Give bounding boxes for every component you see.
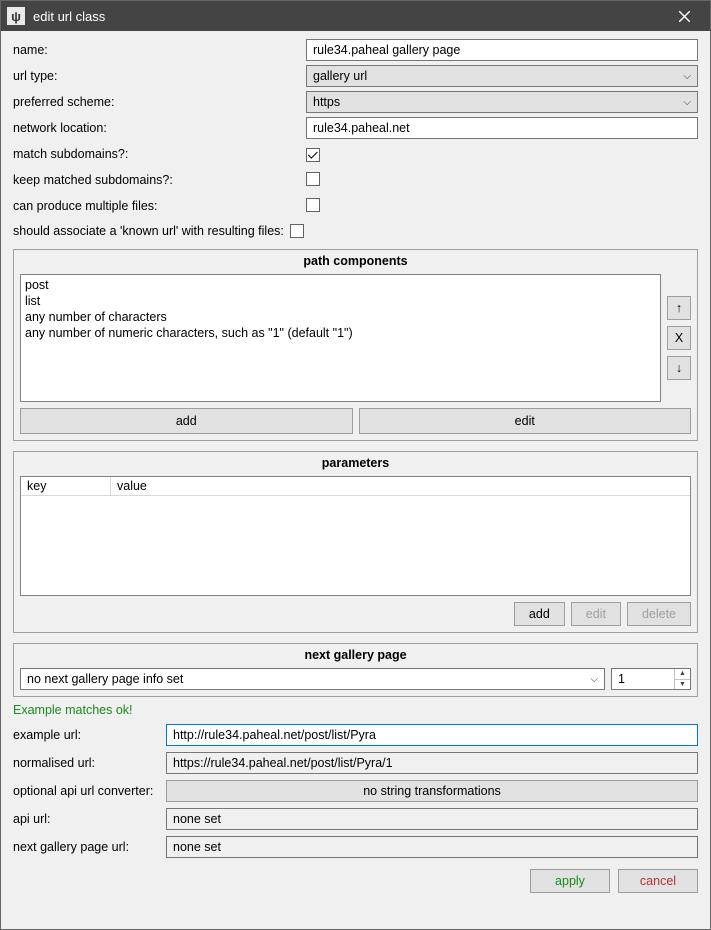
spinner-down-icon[interactable]: ▼ bbox=[675, 680, 690, 690]
param-col-value: value bbox=[111, 477, 690, 495]
move-down-button[interactable]: ↓ bbox=[667, 356, 691, 380]
edit-url-class-dialog: ψ edit url class name: url type: gallery… bbox=[0, 0, 711, 930]
path-components-list[interactable]: post list any number of characters any n… bbox=[20, 274, 661, 402]
dialog-body: name: url type: gallery url ⌵ preferred … bbox=[1, 31, 710, 929]
titlebar: ψ edit url class bbox=[1, 1, 710, 31]
next-gallery-page-section: next gallery page no next gallery page i… bbox=[13, 643, 698, 697]
keep-subdomains-checkbox[interactable] bbox=[306, 172, 320, 186]
parameters-section: parameters key value add edit delete bbox=[13, 451, 698, 633]
api-converter-label: optional api url converter: bbox=[13, 784, 158, 798]
normalised-url-field: https://rule34.paheal.net/post/list/Pyra… bbox=[166, 752, 698, 774]
path-components-header: path components bbox=[14, 250, 697, 274]
list-item[interactable]: any number of numeric characters, such a… bbox=[25, 325, 656, 341]
normalised-url-label: normalised url: bbox=[13, 756, 158, 770]
window-title: edit url class bbox=[33, 9, 664, 24]
param-edit-button[interactable]: edit bbox=[571, 602, 621, 626]
scheme-value: https bbox=[313, 95, 340, 109]
example-url-input[interactable] bbox=[166, 724, 698, 746]
associate-known-url-label: should associate a 'known url' with resu… bbox=[13, 224, 284, 238]
close-icon bbox=[679, 11, 690, 22]
apply-button[interactable]: apply bbox=[530, 869, 610, 893]
multi-files-label: can produce multiple files: bbox=[13, 199, 298, 213]
spinner-up-icon[interactable]: ▲ bbox=[675, 669, 690, 680]
api-url-label: api url: bbox=[13, 812, 158, 826]
ngp-spinner[interactable]: 1 ▲ ▼ bbox=[611, 668, 691, 690]
chevron-down-icon: ⌵ bbox=[683, 71, 691, 82]
multi-files-checkbox[interactable] bbox=[306, 198, 320, 212]
scheme-label: preferred scheme: bbox=[13, 95, 298, 109]
status-text: Example matches ok! bbox=[13, 701, 698, 717]
ngp-select-value: no next gallery page info set bbox=[27, 672, 183, 686]
parameters-table[interactable]: key value bbox=[20, 476, 691, 596]
param-add-button[interactable]: add bbox=[514, 602, 565, 626]
remove-button[interactable]: X bbox=[667, 326, 691, 350]
list-item[interactable]: post bbox=[25, 277, 656, 293]
param-col-key: key bbox=[21, 477, 111, 495]
example-url-label: example url: bbox=[13, 728, 158, 742]
match-subdomains-checkbox[interactable] bbox=[306, 148, 320, 162]
cancel-button[interactable]: cancel bbox=[618, 869, 698, 893]
name-input[interactable] bbox=[306, 39, 698, 61]
netloc-input[interactable] bbox=[306, 117, 698, 139]
ngp-select[interactable]: no next gallery page info set ⌵ bbox=[20, 668, 605, 690]
ngp-header: next gallery page bbox=[14, 644, 697, 668]
url-type-select[interactable]: gallery url ⌵ bbox=[306, 65, 698, 87]
move-up-button[interactable]: ↑ bbox=[667, 296, 691, 320]
netloc-label: network location: bbox=[13, 121, 298, 135]
path-add-button[interactable]: add bbox=[20, 408, 353, 434]
url-type-label: url type: bbox=[13, 69, 298, 83]
list-item[interactable]: any number of characters bbox=[25, 309, 656, 325]
ngp-url-field: none set bbox=[166, 836, 698, 858]
list-item[interactable]: list bbox=[25, 293, 656, 309]
close-button[interactable] bbox=[664, 1, 704, 31]
parameters-header: parameters bbox=[14, 452, 697, 476]
ngp-url-label: next gallery page url: bbox=[13, 840, 158, 854]
api-url-field: none set bbox=[166, 808, 698, 830]
chevron-down-icon: ⌵ bbox=[590, 674, 598, 685]
api-converter-button[interactable]: no string transformations bbox=[166, 780, 698, 802]
param-delete-button[interactable]: delete bbox=[627, 602, 691, 626]
keep-subdomains-label: keep matched subdomains?: bbox=[13, 173, 298, 187]
chevron-down-icon: ⌵ bbox=[683, 97, 691, 108]
path-components-section: path components post list any number of … bbox=[13, 249, 698, 441]
associate-known-url-checkbox[interactable] bbox=[290, 224, 304, 238]
url-type-value: gallery url bbox=[313, 69, 367, 83]
match-subdomains-label: match subdomains?: bbox=[13, 147, 298, 161]
scheme-select[interactable]: https ⌵ bbox=[306, 91, 698, 113]
ngp-spinner-value: 1 bbox=[612, 669, 674, 689]
app-icon: ψ bbox=[7, 7, 25, 25]
path-edit-button[interactable]: edit bbox=[359, 408, 692, 434]
name-label: name: bbox=[13, 43, 298, 57]
